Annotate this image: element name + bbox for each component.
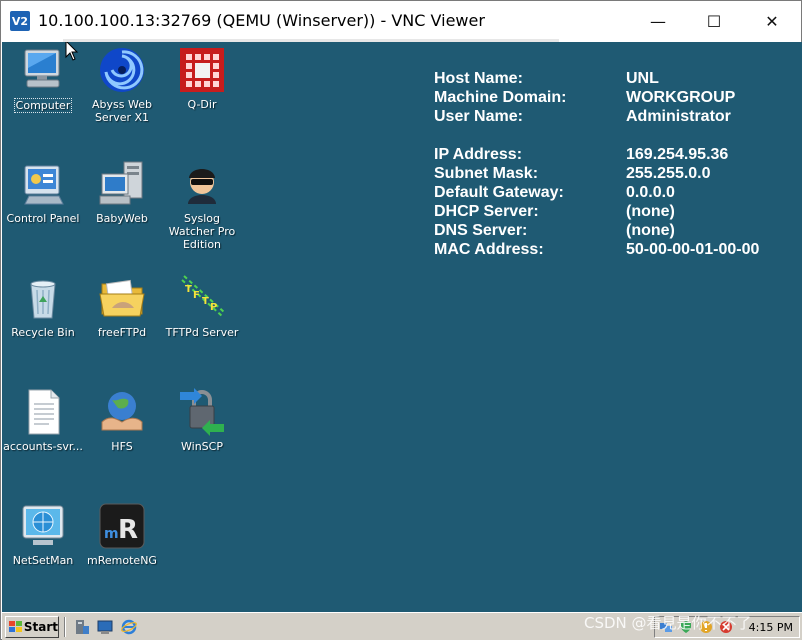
desktop-icon-label: freeFTPd (97, 326, 147, 339)
desktop-icon-netsetman[interactable]: NetSetMan (2, 502, 84, 567)
maximize-button[interactable]: ☐ (691, 5, 737, 37)
bginfo-value: 50-00-00-01-00-00 (626, 241, 760, 258)
desktop-icon-label: mRemoteNG (87, 554, 157, 567)
bginfo-key: MAC Address: (434, 241, 544, 258)
control-panel-icon (19, 160, 67, 208)
title-bar[interactable]: V2 10.100.100.13:32769 (QEMU (Winserver)… (1, 1, 801, 41)
bginfo-value: Administrator (626, 108, 731, 125)
close-button[interactable]: ✕ (749, 5, 795, 37)
qdir-icon (178, 46, 226, 94)
bginfo-value: 0.0.0.0 (626, 184, 675, 201)
desktop-icon-label: accounts-svr... (3, 440, 83, 453)
svg-text:m: m (104, 526, 119, 542)
desktop-icon-label: Recycle Bin (11, 326, 75, 339)
bginfo-key: Host Name: (434, 70, 523, 87)
remote-desktop[interactable]: Computer Control Panel Recycle Bin accou… (2, 42, 802, 612)
show-desktop-icon[interactable] (97, 619, 113, 635)
babyweb-icon (98, 160, 146, 208)
folder-icon (98, 274, 146, 322)
vnc-app-icon[interactable]: V2 (10, 11, 30, 31)
svg-text:T: T (202, 296, 209, 307)
mremoteng-icon: mR (98, 502, 146, 550)
bginfo-key: Subnet Mask: (434, 165, 539, 182)
close-icon: ✕ (765, 11, 779, 31)
abyss-icon (98, 46, 146, 94)
desktop-icon-babyweb[interactable]: BabyWeb (81, 160, 163, 225)
desktop-icon-label: BabyWeb (96, 212, 148, 225)
server-manager-icon[interactable] (74, 619, 90, 635)
desktop-icon-label: Abyss Web Server X1 (92, 98, 152, 124)
bginfo-value: UNL (626, 70, 659, 87)
desktop-icon-label: Control Panel (6, 212, 80, 225)
tftpd-icon: TFTP (178, 274, 226, 322)
desktop-icon-tftpd[interactable]: TFTP TFTPd Server (161, 274, 243, 339)
taskbar-separator (64, 617, 66, 637)
recycle-bin-icon (19, 274, 67, 322)
desktop-icon-accounts[interactable]: accounts-svr... (2, 388, 84, 453)
desktop-icon-label: Computer (13, 98, 73, 113)
computer-icon (19, 46, 67, 94)
bginfo-key: IP Address: (434, 146, 523, 163)
vnc-viewer-window: V2 10.100.100.13:32769 (QEMU (Winserver)… (0, 0, 802, 640)
bginfo-value: (none) (626, 222, 675, 239)
csdn-watermark: CSDN @看見是你不不了 (584, 614, 752, 632)
desktop-icon-label: HFS (111, 440, 133, 453)
bginfo-key: User Name: (434, 108, 523, 125)
desktop-icon-label: Syslog Watcher Pro Edition (168, 212, 236, 251)
start-label: Start (23, 620, 58, 634)
windows-flag-icon (9, 621, 22, 633)
winscp-icon (178, 388, 226, 436)
clock[interactable]: 4:15 PM (749, 621, 793, 634)
text-file-icon (19, 388, 67, 436)
bginfo-value: 169.254.95.36 (626, 146, 729, 163)
svg-text:F: F (193, 290, 200, 301)
bginfo-value: 255.255.0.0 (626, 165, 711, 182)
netsetman-icon (19, 502, 67, 550)
maximize-icon: ☐ (706, 11, 722, 31)
desktop-icon-hfs[interactable]: HFS (81, 388, 163, 453)
desktop-icon-qdir[interactable]: Q-Dir (161, 46, 243, 111)
window-title: 10.100.100.13:32769 (QEMU (Winserver)) -… (38, 11, 485, 30)
desktop-icon-recycle-bin[interactable]: Recycle Bin (2, 274, 84, 339)
desktop-icon-label: WinSCP (181, 440, 223, 453)
bginfo-key: Machine Domain: (434, 89, 567, 106)
hfs-icon (98, 388, 146, 436)
desktop-icon-label: TFTPd Server (165, 326, 239, 339)
svg-text:P: P (210, 302, 217, 313)
internet-explorer-icon[interactable] (121, 619, 137, 635)
bginfo-value: (none) (626, 203, 675, 220)
svg-text:R: R (118, 515, 138, 545)
desktop-icon-syslog[interactable]: Syslog Watcher Pro Edition (161, 160, 243, 251)
desktop-icon-control-panel[interactable]: Control Panel (2, 160, 84, 225)
syslog-icon (178, 160, 226, 208)
mouse-cursor-icon (65, 42, 79, 61)
minimize-button[interactable]: — (635, 5, 681, 37)
svg-text:T: T (185, 284, 192, 295)
bginfo-key: DNS Server: (434, 222, 528, 239)
desktop-icon-mremoteng[interactable]: mR mRemoteNG (81, 502, 163, 567)
minimize-icon: — (650, 11, 666, 31)
desktop-icon-freeftpd[interactable]: freeFTPd (81, 274, 163, 339)
desktop-icon-abyss[interactable]: Abyss Web Server X1 (81, 46, 163, 124)
desktop-icon-label: Q-Dir (187, 98, 217, 111)
start-button[interactable]: Start (5, 616, 59, 638)
bginfo-key: DHCP Server: (434, 203, 539, 220)
desktop-icon-label: NetSetMan (12, 554, 74, 567)
desktop-icon-winscp[interactable]: WinSCP (161, 388, 243, 453)
bginfo-value: WORKGROUP (626, 89, 736, 106)
bginfo-key: Default Gateway: (434, 184, 564, 201)
